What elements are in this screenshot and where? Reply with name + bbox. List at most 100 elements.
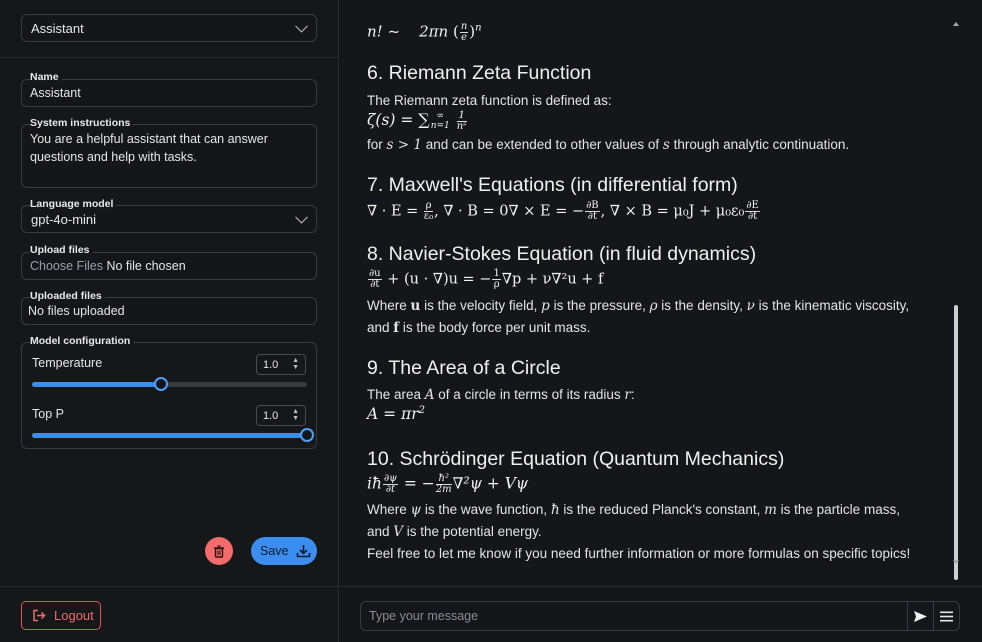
stepper-icon[interactable]: ▲ ▼: [292, 408, 299, 422]
logout-icon: [33, 609, 46, 622]
maxwell-eq3: , ∇ × B = μ₀J + μ₀ε₀: [600, 203, 745, 220]
frac-den: ∂t: [385, 484, 396, 495]
save-label: Save: [260, 544, 289, 558]
text: through analytic continuation.: [669, 137, 850, 152]
temperature-input[interactable]: 1.0 ▲ ▼: [256, 354, 306, 375]
file-status: No file chosen: [106, 259, 186, 273]
save-button[interactable]: Save: [251, 537, 317, 565]
section-10-line-1: Where ψ is the wave function, ħ is the r…: [367, 499, 947, 521]
temperature-slider-thumb[interactable]: [154, 377, 169, 391]
sidebar-header: Assistant: [0, 0, 338, 58]
top-p-slider[interactable]: [32, 428, 314, 442]
chevron-down-icon: [295, 210, 308, 224]
section-8-line-1: Where u is the velocity field, p is the …: [367, 295, 947, 317]
zeta-num: 1: [456, 109, 467, 122]
assistant-select[interactable]: Assistant: [21, 14, 317, 42]
name-value: Assistant: [30, 86, 81, 100]
maxwell-eq1: ∇ · E =: [367, 203, 423, 220]
stirling-lhs: n! ~: [367, 22, 401, 41]
section-10-title: 10. Schrödinger Equation (Quantum Mechan…: [367, 448, 785, 470]
text: of a circle in terms of its radius: [434, 387, 625, 402]
system-instructions-line-2: questions and help with tasks.: [30, 150, 197, 164]
circle-area-formula: A = πr2: [367, 405, 947, 423]
uploaded-files-value: No files uploaded: [28, 304, 125, 318]
choose-files-button[interactable]: Choose Files: [30, 259, 103, 273]
scroll-up-icon[interactable]: [953, 22, 959, 26]
math-inline: ν: [746, 298, 755, 314]
delete-button[interactable]: [205, 537, 233, 565]
navier-rest: ∇p + ν∇²u + f: [501, 271, 604, 288]
stirling-exp: n: [475, 22, 482, 34]
logout-button[interactable]: Logout: [21, 601, 101, 630]
math-inline: ψ: [410, 502, 422, 518]
text: :: [630, 387, 635, 402]
frac-den: ε₀: [423, 211, 434, 222]
math-inline: V: [393, 524, 404, 540]
name-field[interactable]: Assistant: [21, 79, 317, 107]
model-configuration: Temperature 1.0 ▲ ▼ Top P 1.0 ▲ ▼: [21, 342, 317, 449]
upload-files-label: Upload files: [30, 244, 93, 256]
section-6-intro: The Riemann zeta function is defined as:: [367, 93, 612, 108]
scrollbar-thumb[interactable]: [954, 305, 958, 580]
send-button[interactable]: [907, 601, 934, 631]
uploaded-files-label: Uploaded files: [30, 290, 105, 302]
top-p-slider-fill: [32, 433, 307, 438]
math-inline: ħ: [550, 502, 560, 518]
schrodinger-rest: ∇²ψ + Vψ: [452, 474, 529, 493]
text: The area: [367, 387, 425, 402]
text: is the particle mass,: [776, 502, 900, 517]
section-6-title: 6. Riemann Zeta Function: [367, 62, 592, 84]
top-p-input[interactable]: 1.0 ▲ ▼: [256, 405, 306, 426]
text: is the kinematic viscosity,: [754, 298, 910, 313]
message-input[interactable]: [360, 601, 908, 631]
math-inline: p: [541, 298, 550, 314]
math-inline: s: [662, 137, 670, 153]
stirling-formula: n! ~ 2πn (n e)n: [367, 21, 482, 43]
schrodinger-lhs: iħ: [367, 474, 382, 493]
stepper-icon[interactable]: ▲ ▼: [292, 357, 299, 371]
temperature-slider[interactable]: [32, 377, 307, 391]
math-inline: u: [410, 298, 421, 314]
trash-icon: [214, 545, 224, 558]
circle-formula-text: A = πr: [367, 405, 419, 424]
text: is the wave function,: [421, 502, 551, 517]
navier-mid: + (u · ∇)u = −: [382, 271, 492, 288]
sum-bottom: n=1: [430, 121, 450, 131]
sidebar: Assistant Assistant Name You are a helpf…: [0, 0, 339, 642]
section-8-title: 8. Navier-Stokes Equation (in fluid dyna…: [367, 243, 757, 265]
upload-files-field[interactable]: Choose Files No file chosen: [21, 252, 317, 280]
math-inline: A: [424, 387, 435, 403]
chat-scrollbar[interactable]: [953, 22, 960, 580]
stirling-mid: 2πn: [419, 22, 449, 41]
menu-button[interactable]: [933, 601, 960, 631]
temperature-label: Temperature: [32, 356, 103, 370]
frac-den: ∂t: [370, 279, 380, 290]
chevron-down-icon: [295, 19, 308, 33]
text: is the body force per unit mass.: [399, 320, 591, 335]
section-6-line: for s > 1 and can be extended to other v…: [367, 134, 947, 156]
top-p-slider-thumb[interactable]: [300, 428, 314, 442]
text: and: [367, 320, 394, 335]
stirling-den: e: [461, 32, 467, 43]
text: is the velocity field,: [420, 298, 542, 313]
language-model-label: Language model: [30, 198, 117, 210]
scroll-down-icon[interactable]: [953, 560, 959, 564]
text: is the pressure,: [549, 298, 650, 313]
zeta-den: nˢ: [456, 120, 467, 132]
math-inline: ρ: [649, 298, 658, 314]
section-8-line-2: and f is the body force per unit mass.: [367, 317, 947, 339]
menu-icon: [940, 611, 953, 621]
assistant-select-value: Assistant: [31, 20, 84, 36]
send-icon: [914, 610, 927, 622]
maxwell-formula: ∇ · E = ρ ε₀, ∇ · B = 0∇ × E = − ∂B ∂t, ∇ ×…: [367, 201, 947, 222]
text: for: [367, 137, 387, 152]
system-instructions-field[interactable]: You are a helpful assistant that can ans…: [21, 124, 317, 188]
text: Where: [367, 298, 411, 313]
zeta-formula: ζ(s) = ∑ ∞ n=1 1 nˢ: [367, 109, 467, 132]
frac-den: 2m: [435, 484, 452, 495]
top-p-value: 1.0: [263, 409, 279, 422]
language-model-value: gpt-4o-mini: [31, 211, 97, 227]
name-label: Name: [30, 71, 62, 83]
download-icon: [296, 545, 310, 558]
top-p-label: Top P: [32, 407, 64, 421]
